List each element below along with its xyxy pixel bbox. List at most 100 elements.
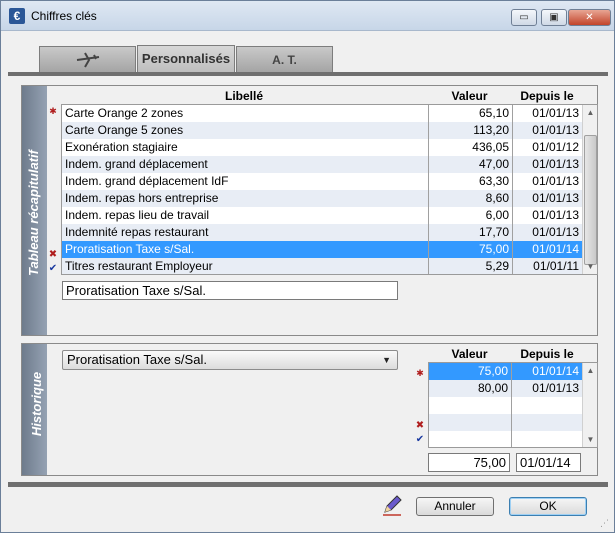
bottom-divider xyxy=(8,482,608,487)
summary-side-label: Tableau récapitulatif xyxy=(26,150,41,276)
cancel-button[interactable]: Annuler xyxy=(416,497,494,516)
chevron-down-icon[interactable]: ▼ xyxy=(382,351,391,369)
cell-libelle: Carte Orange 2 zones xyxy=(65,106,184,120)
cell-depuis xyxy=(512,397,579,414)
validate-icon[interactable]: ✔ xyxy=(47,263,59,275)
history-table[interactable]: 75,00 01/01/14 80,00 01/01/13 ▲ ▼ xyxy=(428,362,598,448)
libelle-edit-field[interactable]: Proratisation Taxe s/Sal. xyxy=(62,281,398,300)
cell-depuis: 01/01/13 xyxy=(532,191,579,205)
history-select[interactable]: Proratisation Taxe s/Sal. ▼ xyxy=(62,350,398,370)
cell-valeur: 63,30 xyxy=(478,174,509,188)
scroll-down-icon[interactable]: ▼ xyxy=(583,432,597,447)
star-marker: ✱ xyxy=(49,106,57,116)
header-depuis: Depuis le xyxy=(520,89,574,103)
column-divider xyxy=(512,105,513,274)
close-button[interactable]: ✕ xyxy=(568,9,611,26)
minimize-button[interactable]: ▭ xyxy=(511,9,537,26)
table-row[interactable]: Indem. grand déplacement IdF 63,30 01/01/1… xyxy=(62,173,582,190)
history-scrollbar[interactable]: ▲ ▼ xyxy=(582,363,597,447)
summary-side-band: Tableau récapitulatif xyxy=(22,86,47,335)
column-divider xyxy=(428,105,429,274)
summary-table[interactable]: Carte Orange 2 zones 65,10 01/01/13 Carte O… xyxy=(61,104,598,275)
title-bar[interactable]: € Chiffres clés ▭ ▣ ✕ xyxy=(1,1,614,31)
scroll-up-icon[interactable]: ▲ xyxy=(583,363,597,379)
scroll-thumb[interactable] xyxy=(584,135,597,265)
cell-depuis: 01/01/12 xyxy=(532,140,579,154)
tab-personnalises[interactable]: Personnalisés xyxy=(137,45,235,73)
tab-at[interactable]: A. T. xyxy=(236,46,333,73)
delete-icon[interactable]: ✖ xyxy=(47,249,59,261)
table-row[interactable]: Indem. repas hors entreprise 8,60 01/01/13 xyxy=(62,190,582,207)
delete-icon[interactable]: ✖ xyxy=(414,420,426,432)
cell-libelle: Indem. grand déplacement IdF xyxy=(65,174,229,188)
ok-button[interactable]: OK xyxy=(509,497,587,516)
cell-depuis: 01/01/14 xyxy=(532,364,579,378)
plane-icon xyxy=(76,52,99,68)
cell-depuis xyxy=(512,414,579,431)
window-title: Chiffres clés xyxy=(31,9,97,23)
column-divider xyxy=(511,363,512,447)
history-valeur-field[interactable]: 75,00 xyxy=(428,453,510,472)
scroll-down-icon[interactable]: ▼ xyxy=(583,259,597,274)
history-select-value: Proratisation Taxe s/Sal. xyxy=(67,352,207,367)
cell-libelle: Titres restaurant Employeur xyxy=(65,259,213,273)
cell-depuis: 01/01/13 xyxy=(532,106,579,120)
cell-valeur: 436,05 xyxy=(472,140,509,154)
cell-libelle: Exonération stagiaire xyxy=(65,140,178,154)
cell-depuis xyxy=(512,431,579,447)
table-row[interactable]: Indem. repas lieu de travail 6,00 01/01/13 xyxy=(62,207,582,224)
cell-libelle: Indem. repas lieu de travail xyxy=(65,208,210,222)
table-row[interactable]: Carte Orange 2 zones 65,10 01/01/13 xyxy=(62,105,582,122)
cell-libelle: Indem. grand déplacement xyxy=(65,157,208,171)
cell-libelle: Proratisation Taxe s/Sal. xyxy=(65,242,195,256)
pencil-icon[interactable] xyxy=(381,494,403,516)
history-side-label: Historique xyxy=(29,371,44,437)
history-side-band: Historique xyxy=(22,344,47,475)
cell-valeur: 6,00 xyxy=(485,208,509,222)
cell-valeur: 17,70 xyxy=(478,225,509,239)
cell-libelle: Indem. repas hors entreprise xyxy=(65,191,219,205)
summary-scrollbar[interactable]: ▲ ▼ xyxy=(582,105,597,274)
table-row[interactable]: 80,00 01/01/13 xyxy=(429,380,582,397)
cell-depuis: 01/01/13 xyxy=(532,208,579,222)
app-euro-icon: € xyxy=(9,8,25,24)
table-row[interactable]: Indem. grand déplacement 47,00 01/01/13 xyxy=(62,156,582,173)
header-libelle: Libellé xyxy=(224,89,263,103)
validate-icon[interactable]: ✔ xyxy=(414,434,426,446)
scroll-up-icon[interactable]: ▲ xyxy=(583,105,597,121)
table-row[interactable]: Exonération stagiaire 436,05 01/01/12 xyxy=(62,139,582,156)
tab-plane[interactable] xyxy=(39,46,136,73)
cell-libelle: Carte Orange 5 zones xyxy=(65,123,184,137)
resize-grip-icon[interactable]: ⋰ xyxy=(600,518,610,528)
table-row[interactable]: Indemnité repas restaurant 17,70 01/01/13 xyxy=(62,224,582,241)
maximize-button[interactable]: ▣ xyxy=(541,9,567,26)
table-row[interactable]: Titres restaurant Employeur 5,29 01/01/11 xyxy=(62,258,582,274)
cell-valeur: 113,20 xyxy=(473,123,509,137)
cell-depuis: 01/01/13 xyxy=(532,174,579,188)
table-row[interactable] xyxy=(429,414,582,431)
cell-depuis: 01/01/14 xyxy=(532,242,579,256)
cell-valeur xyxy=(429,431,508,447)
cell-valeur: 65,10 xyxy=(478,106,509,120)
cell-depuis: 01/01/13 xyxy=(532,381,579,395)
history-depuis-field[interactable]: 01/01/14 xyxy=(516,453,581,472)
cell-valeur xyxy=(429,414,508,431)
table-row[interactable]: 75,00 01/01/14 xyxy=(429,363,582,380)
cell-depuis: 01/01/13 xyxy=(532,157,579,171)
table-row[interactable] xyxy=(429,431,582,447)
star-marker: ✱ xyxy=(416,368,424,378)
cell-valeur xyxy=(429,397,508,414)
cell-libelle: Indemnité repas restaurant xyxy=(65,225,209,239)
history-header-valeur: Valeur xyxy=(451,347,488,361)
cell-depuis: 01/01/11 xyxy=(533,259,579,273)
history-header-depuis: Depuis le xyxy=(520,347,574,361)
table-row[interactable] xyxy=(429,397,582,414)
tab-divider xyxy=(8,72,608,76)
table-row[interactable]: Carte Orange 5 zones 113,20 01/01/13 xyxy=(62,122,582,139)
table-row[interactable]: Proratisation Taxe s/Sal. 75,00 01/01/14 xyxy=(62,241,582,258)
cell-depuis: 01/01/13 xyxy=(532,225,579,239)
header-valeur: Valeur xyxy=(451,89,488,103)
cell-valeur: 8,60 xyxy=(485,191,509,205)
cell-valeur: 47,00 xyxy=(478,157,509,171)
cell-depuis: 01/01/13 xyxy=(532,123,579,137)
